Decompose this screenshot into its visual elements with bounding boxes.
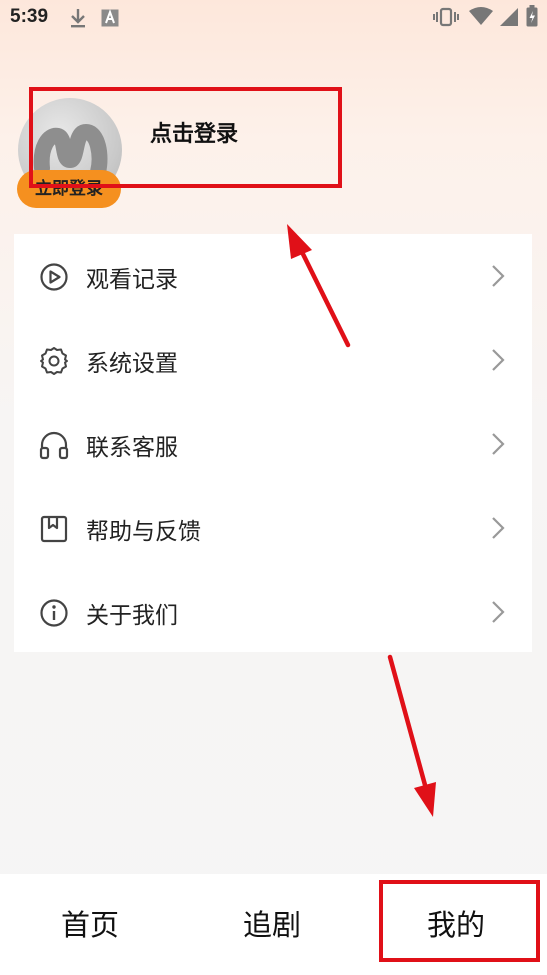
bookmark-icon [40,515,68,543]
menu-item-about-us[interactable]: 关于我们 [14,570,532,654]
gear-icon [40,347,68,375]
download-icon [71,9,85,28]
annotation-box-mine [379,880,540,962]
tab-home[interactable]: 首页 [61,902,119,944]
info-icon [40,599,68,627]
menu-item-label: 联系客服 [86,435,178,461]
headphones-icon [39,431,69,460]
vibrate-icon [433,7,459,27]
menu-item-system-settings[interactable]: 系统设置 [14,318,532,402]
signal-icon [500,8,518,26]
status-time: 5:39 [10,6,49,27]
menu-item-contact-service[interactable]: 联系客服 [14,402,532,486]
chevron-right-icon [492,265,505,287]
a-badge-icon [101,9,119,27]
chevron-right-icon [492,601,505,623]
status-bar: 5:39 [0,0,547,34]
menu-item-label: 观看记录 [86,267,178,293]
play-circle-icon [40,263,68,291]
tab-follow-drama[interactable]: 追剧 [243,902,301,944]
menu-card: 观看记录 系统设置 联系客服 帮助与反馈 关于我们 [14,234,532,652]
menu-item-label: 帮助与反馈 [86,519,201,545]
battery-icon [526,5,538,27]
menu-item-watch-history[interactable]: 观看记录 [14,234,532,318]
wifi-icon [469,7,493,25]
chevron-right-icon [492,517,505,539]
chevron-right-icon [492,433,505,455]
annotation-box-login [29,87,342,188]
menu-item-label: 关于我们 [86,603,178,629]
chevron-right-icon [492,349,505,371]
menu-item-help-feedback[interactable]: 帮助与反馈 [14,486,532,570]
menu-item-label: 系统设置 [86,351,178,377]
annotation-arrow-down [387,654,436,817]
